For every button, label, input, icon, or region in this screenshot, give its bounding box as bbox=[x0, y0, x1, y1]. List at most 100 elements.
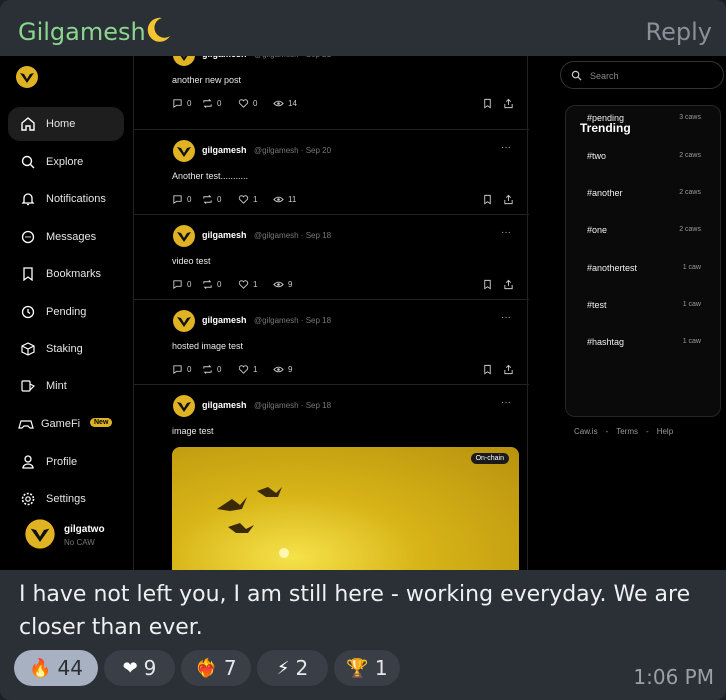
reaction-heart[interactable]: ❤ 9 bbox=[104, 650, 175, 686]
mint-icon bbox=[21, 380, 36, 392]
trending-tag: #hashtag bbox=[587, 337, 625, 347]
reply-count: 0 bbox=[187, 280, 192, 289]
like-action[interactable]: 1 bbox=[238, 279, 257, 290]
post-actions: 0 0 1 9 bbox=[172, 279, 522, 291]
trending-item[interactable]: #test 1 caw bbox=[566, 300, 722, 320]
post-username[interactable]: gilgamesh bbox=[202, 315, 247, 325]
view-count: 9 bbox=[288, 280, 293, 289]
footer-link[interactable]: Terms bbox=[616, 427, 638, 436]
sender-name[interactable]: Gilgamesh bbox=[18, 18, 146, 46]
sidebar-item-notifications[interactable]: Notifications bbox=[8, 182, 124, 216]
footer-link[interactable]: Caw.is bbox=[574, 427, 598, 436]
like-action[interactable]: 1 bbox=[238, 194, 257, 205]
recaw-action[interactable]: 0 bbox=[202, 364, 221, 375]
share-action[interactable] bbox=[503, 364, 514, 375]
sidebar-item-mint[interactable]: Mint bbox=[8, 369, 124, 403]
post-actions: 0 0 0 14 bbox=[172, 98, 522, 110]
bookmark-icon[interactable] bbox=[482, 194, 493, 205]
footer-link[interactable]: Help bbox=[657, 427, 673, 436]
share-icon[interactable] bbox=[503, 279, 514, 290]
post-username[interactable]: gilgamesh bbox=[202, 56, 247, 59]
trending-count: 2 caws bbox=[679, 152, 701, 159]
reply-action[interactable]: 0 bbox=[172, 364, 191, 375]
post-username[interactable]: gilgamesh bbox=[202, 400, 247, 410]
recaw-icon bbox=[203, 195, 212, 204]
trending-item[interactable]: #one 2 caws bbox=[566, 225, 722, 245]
sidebar-item-bookmarks[interactable]: Bookmarks bbox=[8, 257, 124, 291]
trending-item[interactable]: #anothertest 1 caw bbox=[566, 263, 722, 283]
sidebar-item-messages[interactable]: Messages bbox=[8, 220, 124, 254]
reaction-fire[interactable]: 🔥 44 bbox=[14, 650, 98, 686]
post-meta: @gilgamesh · Sep 18 bbox=[254, 231, 332, 240]
views-action: 9 bbox=[273, 364, 292, 375]
more-options-icon[interactable]: ··· bbox=[501, 397, 511, 408]
feed-post[interactable]: gilgamesh @gilgamesh · Sep 21 ··· another n… bbox=[134, 56, 529, 130]
more-options-icon[interactable]: ··· bbox=[501, 312, 511, 323]
avatar[interactable] bbox=[172, 224, 196, 248]
sidebar-item-profile[interactable]: Profile bbox=[8, 445, 124, 479]
gear-icon bbox=[21, 492, 35, 506]
footer-links: Caw.is - Terms - Help bbox=[574, 427, 681, 436]
bookmark-icon[interactable] bbox=[482, 98, 493, 109]
share-icon[interactable] bbox=[503, 364, 514, 375]
share-icon[interactable] bbox=[503, 194, 514, 205]
feed-post[interactable]: gilgamesh @gilgamesh · Sep 18 ··· hosted im… bbox=[134, 300, 529, 385]
sidebar-item-explore[interactable]: Explore bbox=[8, 145, 124, 179]
bookmark-action[interactable] bbox=[482, 194, 493, 205]
feed-post[interactable]: gilgamesh @gilgamesh · Sep 18 ··· video tes… bbox=[134, 215, 529, 300]
sidebar-item-gamefi[interactable]: GameFi New bbox=[8, 407, 124, 441]
avatar[interactable] bbox=[172, 56, 196, 67]
sidebar-item-label: Mint bbox=[46, 380, 67, 392]
message-header: Gilgamesh Reply bbox=[0, 0, 726, 56]
trending-item[interactable]: #two 2 caws bbox=[566, 151, 722, 171]
reaction-count: 9 bbox=[143, 656, 157, 680]
bookmark-action[interactable] bbox=[482, 279, 493, 290]
share-action[interactable] bbox=[503, 194, 514, 205]
like-action[interactable]: 1 bbox=[238, 364, 257, 375]
bookmark-icon[interactable] bbox=[482, 279, 493, 290]
screenshot-image[interactable]: Home Explore Notifications Messages Book… bbox=[0, 56, 726, 570]
reply-action[interactable]: 0 bbox=[172, 279, 191, 290]
trending-count: 1 caw bbox=[682, 301, 701, 308]
reaction-heart-on-fire[interactable]: ❤‍🔥 7 bbox=[181, 650, 251, 686]
more-options-icon[interactable]: ··· bbox=[501, 142, 511, 153]
avatar[interactable] bbox=[172, 309, 196, 333]
search-placeholder: Search bbox=[590, 71, 619, 81]
trending-item[interactable]: #another 2 caws bbox=[566, 188, 722, 208]
reaction-lightning[interactable]: ⚡ 2 bbox=[257, 650, 328, 686]
reply-action[interactable]: 0 bbox=[172, 194, 191, 205]
bookmark-action[interactable] bbox=[482, 364, 493, 375]
share-action[interactable] bbox=[503, 98, 514, 109]
bookmark-action[interactable] bbox=[482, 98, 493, 109]
post-username[interactable]: gilgamesh bbox=[202, 145, 247, 155]
avatar[interactable] bbox=[172, 394, 196, 418]
recaw-action[interactable]: 0 bbox=[202, 279, 221, 290]
reaction-trophy[interactable]: 🏆 1 bbox=[334, 650, 400, 686]
sidebar-item-staking[interactable]: Staking bbox=[8, 332, 124, 366]
message-text: I have not left you, I am still here - w… bbox=[19, 582, 691, 640]
caw-logo-icon[interactable] bbox=[15, 65, 39, 89]
trending-item[interactable]: #pending 3 caws bbox=[566, 113, 722, 133]
reply-action[interactable]: 0 bbox=[172, 98, 191, 109]
avatar[interactable] bbox=[172, 139, 196, 163]
sidebar-item-label: Staking bbox=[46, 343, 83, 355]
sidebar-item-settings[interactable]: Settings bbox=[8, 482, 124, 516]
sidebar-item-pending[interactable]: Pending bbox=[8, 295, 124, 329]
recaw-action[interactable]: 0 bbox=[202, 194, 221, 205]
view-count: 9 bbox=[288, 365, 293, 374]
more-options-icon[interactable]: ··· bbox=[501, 227, 511, 238]
reply-button[interactable]: Reply bbox=[646, 18, 712, 46]
trending-item[interactable]: #hashtag 1 caw bbox=[566, 337, 722, 357]
like-action[interactable]: 0 bbox=[238, 98, 257, 109]
share-action[interactable] bbox=[503, 279, 514, 290]
share-icon[interactable] bbox=[503, 98, 514, 109]
feed-post[interactable]: gilgamesh @gilgamesh · Sep 20 ··· Another t… bbox=[134, 130, 529, 215]
search-input[interactable]: Search bbox=[560, 61, 724, 89]
post-image[interactable]: On-chain bbox=[172, 447, 519, 570]
bell-icon bbox=[21, 193, 35, 206]
sidebar-item-home[interactable]: Home bbox=[8, 107, 124, 141]
more-options-icon[interactable]: ··· bbox=[501, 56, 511, 57]
recaw-action[interactable]: 0 bbox=[202, 98, 221, 109]
bookmark-icon[interactable] bbox=[482, 364, 493, 375]
post-username[interactable]: gilgamesh bbox=[202, 230, 247, 240]
